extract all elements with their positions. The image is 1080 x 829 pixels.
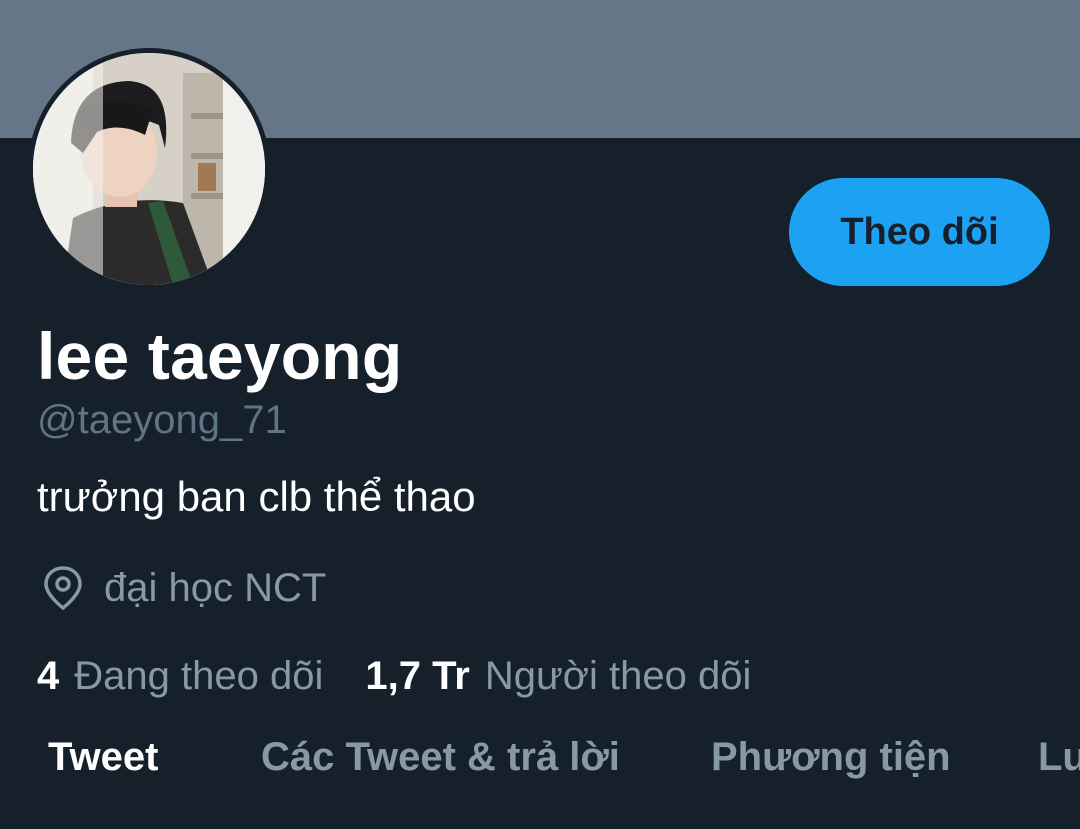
profile-bio: trưởng ban clb thể thao — [37, 473, 476, 520]
tab-likes[interactable]: Lượt thích — [1038, 735, 1080, 780]
profile-location: đại học NCT — [40, 564, 326, 612]
follow-button-label: Theo dõi — [840, 210, 999, 253]
tab-tweets-and-replies[interactable]: Các Tweet & trả lời — [261, 735, 620, 780]
followers-stat[interactable]: 1,7 Tr Người theo dõi — [365, 654, 751, 698]
following-count: 4 — [37, 654, 60, 698]
profile-display-name: lee taeyong — [37, 319, 403, 393]
tab-tweets[interactable]: Tweet — [48, 735, 158, 780]
followers-label: Người theo dõi — [484, 654, 752, 698]
location-pin-icon — [40, 564, 86, 612]
profile-avatar[interactable] — [28, 48, 270, 290]
following-label: Đang theo dõi — [74, 654, 324, 698]
following-stat[interactable]: 4 Đang theo dõi — [37, 654, 323, 698]
location-text: đại học NCT — [104, 565, 327, 610]
followers-count: 1,7 Tr — [365, 654, 470, 698]
tab-media[interactable]: Phương tiện — [711, 735, 951, 780]
profile-tabs: Tweet Các Tweet & trả lời Phương tiện Lư… — [0, 735, 1080, 795]
profile-stats: 4 Đang theo dõi 1,7 Tr Người theo dõi — [37, 654, 751, 698]
profile-handle: @taeyong_71 — [37, 398, 287, 442]
follow-button[interactable]: Theo dõi — [789, 178, 1050, 286]
